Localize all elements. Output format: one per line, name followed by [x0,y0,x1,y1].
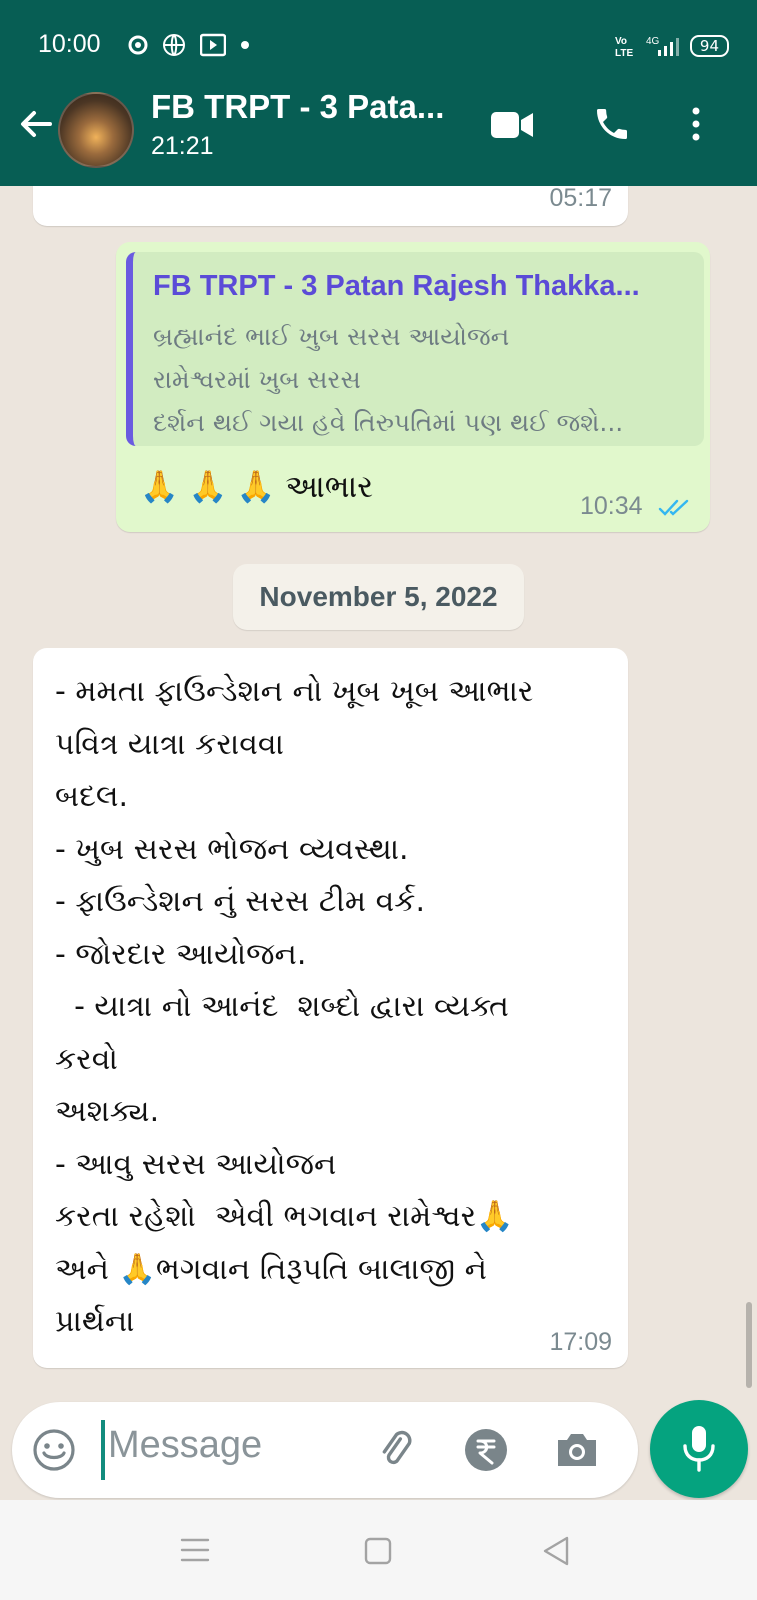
more-options-icon[interactable] [686,104,706,144]
message-line: કરવો [55,1041,118,1077]
message-bubble-outgoing[interactable]: FB TRPT - 3 Patan Rajesh Thakka... બ્રહ્… [116,242,710,532]
chat-title[interactable]: FB TRPT - 3 Pata... [151,88,466,126]
back-arrow-icon[interactable] [16,104,56,144]
message-input-bar[interactable]: Message [12,1402,638,1498]
chrome-notification-icon [128,35,148,55]
quoted-message[interactable]: FB TRPT - 3 Patan Rajesh Thakka... બ્રહ્… [126,252,704,446]
date-divider: November 5, 2022 [233,564,524,630]
status-notification-icons [128,33,250,57]
status-time: 10:00 [38,30,101,58]
message-line: અશક્ય. [55,1094,160,1129]
message-time: 10:34 [580,492,643,520]
mic-icon [683,1426,715,1472]
chat-app-bar: FB TRPT - 3 Pata... 21:21 [0,86,757,182]
message-time: 05:17 [549,186,612,212]
mic-button[interactable] [650,1400,748,1498]
text-cursor [101,1420,105,1480]
message-line: પ્રાર્થના [55,1304,135,1339]
dot-icon [241,41,249,49]
group-avatar[interactable] [58,92,134,168]
camera-icon[interactable] [554,1428,600,1470]
app-header: 10:00 Vo LTE 4G 94 FB TRPT - 3 Pata... 21… [0,0,757,186]
double-check-icon [658,499,689,516]
svg-text:4G: 4G [646,36,660,47]
message-line: પવિત્ર યાત્રા કરાવવા [55,726,284,762]
quoted-line: બ્રહ્માનંદ ભાઈ ખુબ સરસ આયોજન [153,322,510,351]
chat-subtitle[interactable]: 21:21 [151,132,214,161]
message-line: કરતા રહેશો એવી ભગવાન રામેશ્વર🙏 [55,1199,514,1234]
status-bar: 10:00 Vo LTE 4G 94 [0,0,757,80]
quoted-line: રામેશ્વરમાં ખુબ સરસ [153,365,361,394]
chat-area[interactable]: 05:17 FB TRPT - 3 Patan Rajesh Thakka...… [0,186,757,1370]
quoted-author: FB TRPT - 3 Patan Rajesh Thakka... [153,270,640,302]
back-nav-icon[interactable] [541,1535,571,1567]
quoted-line: દર્શન થઈ ગયા હવે તિરુપતિમાં પણ થઈ જશે... [153,408,624,437]
volte-icon: VoLTE [615,36,633,58]
battery-level: 94 [689,35,729,57]
message-line: - ખુબ સરસ ભોજન વ્યવસ્થા. [55,831,409,867]
message-line: - જોરદાર આયોજન. [55,936,307,972]
svg-text:LTE: LTE [615,48,633,58]
message-line: - યાત્રા નો આનંદ શબ્દો દ્વારા વ્યક્ત [55,989,509,1024]
menu-nav-icon[interactable] [180,1537,210,1563]
emoji-icon[interactable] [32,1428,76,1472]
message-time: 17:09 [549,1328,612,1356]
globe-notification-icon [163,34,185,56]
signal-icon: 4G [646,36,679,56]
message-line: અને 🙏ભગવાન તિરૂપતિ બાલાજી ને [55,1251,487,1287]
message-line: - આવુ સરસ આયોજન [55,1146,337,1182]
message-line: - મમતા ફાઉન્ડેશન નો ખૂબ ખૂબ આભાર [55,674,534,709]
voice-call-icon[interactable] [592,104,632,144]
message-bubble-incoming[interactable]: - મમતા ફાઉન્ડેશન નો ખૂબ ખૂબ આભાર પવિત્ર … [33,648,628,1368]
message-input[interactable]: Message [108,1424,262,1467]
message-text: 🙏 🙏 🙏 આભાર [140,469,374,505]
message-bubble-incoming[interactable]: 05:17 [33,186,628,226]
message-line: બદલ. [55,779,129,814]
chat-scrollbar[interactable] [746,1302,752,1388]
video-call-icon[interactable] [490,108,534,142]
message-line: - ફાઉન્ડેશન નું સરસ ટીમ વર્ક. [55,884,426,919]
status-indicators: Vo LTE 4G 94 [614,34,729,58]
svg-text:Vo: Vo [615,36,627,47]
rupee-icon[interactable] [463,1427,509,1473]
youtube-notification-icon [200,33,226,57]
message-text: - મમતા ફાઉન્ડેશન નો ખૂબ ખૂબ આભાર પવિત્ર … [55,666,635,1349]
system-navigation-bar [0,1500,757,1600]
home-nav-icon[interactable] [364,1537,392,1565]
attach-icon[interactable] [372,1426,418,1472]
